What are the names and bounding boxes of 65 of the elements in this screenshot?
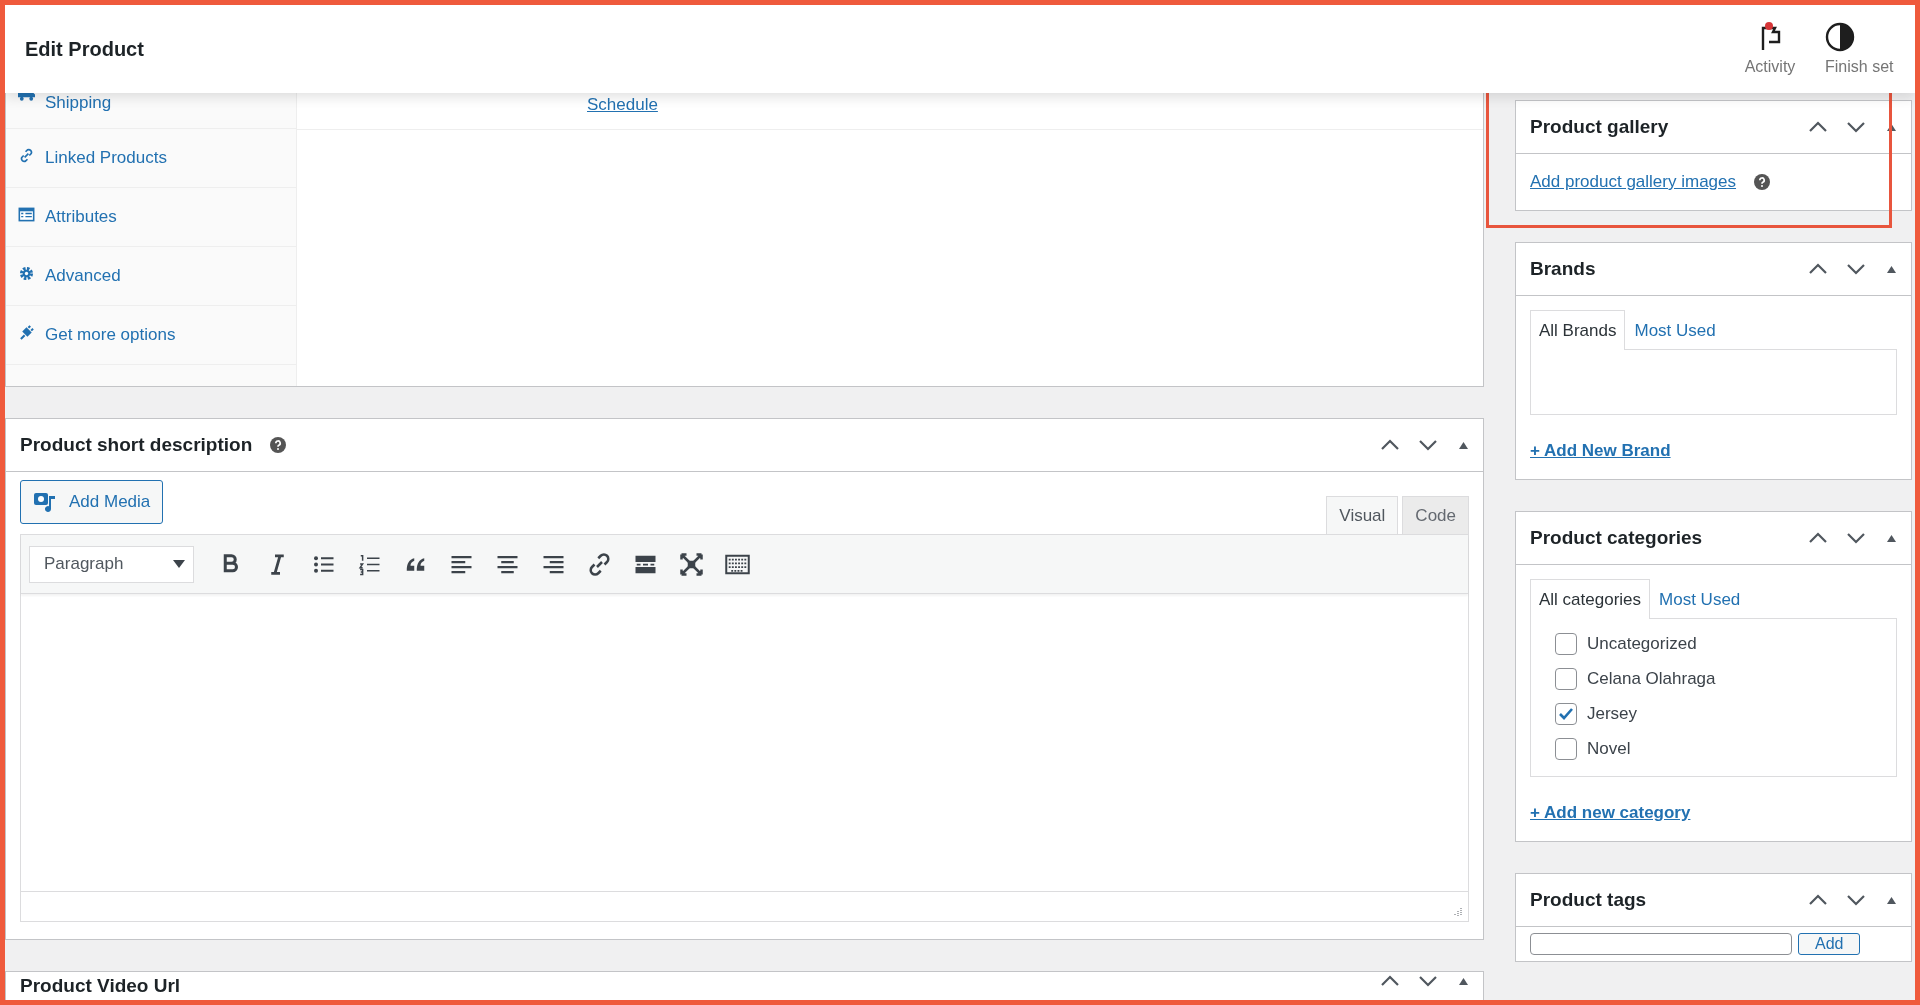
move-down-icon[interactable] xyxy=(1846,263,1866,275)
product-data-tab[interactable]: Linked Products xyxy=(6,129,296,188)
box-title: Product gallery xyxy=(1530,116,1669,138)
checkbox-label: Novel xyxy=(1587,739,1631,759)
move-up-icon[interactable] xyxy=(1380,439,1400,451)
checkbox[interactable] xyxy=(1555,738,1577,760)
gear-icon xyxy=(18,265,35,281)
tag-input-field[interactable] xyxy=(1530,933,1792,955)
header-action[interactable]: Finish set xyxy=(1825,22,1915,76)
plug-icon xyxy=(18,324,35,340)
collapse-icon[interactable] xyxy=(1886,895,1897,905)
box-title: Product short description xyxy=(20,434,253,456)
move-up-icon[interactable] xyxy=(1808,121,1828,133)
product-data-tab[interactable]: Attributes xyxy=(6,188,296,247)
move-up-icon[interactable] xyxy=(1808,532,1828,544)
checkbox-label: Celana Olahraga xyxy=(1587,669,1716,689)
move-down-icon[interactable] xyxy=(1846,532,1866,544)
checkbox[interactable] xyxy=(1555,633,1577,655)
link-icon[interactable] xyxy=(587,551,612,577)
help-icon[interactable] xyxy=(1754,174,1770,190)
move-up-icon[interactable] xyxy=(1808,263,1828,275)
fullscreen-icon[interactable] xyxy=(679,551,704,577)
add-term-link[interactable]: + Add New Brand xyxy=(1530,441,1671,461)
add-tag-button[interactable]: Add xyxy=(1798,933,1861,955)
checkbox[interactable] xyxy=(1555,668,1577,690)
box-title: Product tags xyxy=(1530,889,1647,911)
collapse-icon[interactable] xyxy=(1886,533,1897,543)
move-down-icon[interactable] xyxy=(1418,439,1438,451)
editor-tab[interactable]: Visual xyxy=(1326,496,1399,534)
schedule-link[interactable]: Schedule xyxy=(587,95,658,115)
add-media-button[interactable]: Add Media xyxy=(20,480,164,524)
page-title: Edit Product xyxy=(25,37,145,61)
product-data-tab[interactable]: Shipping xyxy=(6,89,296,129)
editor-tab[interactable]: Code xyxy=(1402,496,1469,534)
header-action[interactable]: Activity xyxy=(1715,22,1825,76)
checkbox-label: Uncategorized xyxy=(1587,634,1697,654)
move-up-icon[interactable] xyxy=(1808,894,1828,906)
checkbox-label: Jersey xyxy=(1587,704,1638,724)
tab[interactable]: All categories xyxy=(1530,579,1651,619)
product-data-tab[interactable]: Advanced xyxy=(6,247,296,306)
box-title: Brands xyxy=(1530,258,1596,280)
checkmark-icon xyxy=(1558,707,1574,721)
collapse-icon[interactable] xyxy=(1458,440,1469,450)
move-down-icon[interactable] xyxy=(1418,975,1438,987)
add-term-link[interactable]: + Add new category xyxy=(1530,803,1691,823)
tab[interactable]: Most Used xyxy=(1625,310,1725,350)
format-dropdown[interactable]: Paragraph xyxy=(29,545,194,583)
caret-icon xyxy=(173,560,185,568)
help-icon[interactable] xyxy=(270,437,287,453)
resize-grip-icon[interactable] xyxy=(1452,907,1462,917)
list-card-icon xyxy=(18,206,35,222)
move-up-icon[interactable] xyxy=(1380,975,1400,987)
tab[interactable]: Most Used xyxy=(1650,579,1750,619)
tab[interactable]: All Brands xyxy=(1530,310,1626,350)
link-icon xyxy=(18,147,35,163)
move-down-icon[interactable] xyxy=(1846,121,1866,133)
half-circle-icon xyxy=(1825,22,1855,52)
collapse-icon[interactable] xyxy=(1886,264,1897,274)
move-down-icon[interactable] xyxy=(1846,894,1866,906)
box-title: Product categories xyxy=(1530,527,1703,549)
box-title: Product Video Url xyxy=(20,975,181,997)
product-data-tab[interactable]: Get more options xyxy=(6,306,296,365)
collapse-icon[interactable] xyxy=(1458,976,1469,986)
add-gallery-images-link[interactable]: Add product gallery images xyxy=(1530,172,1736,192)
checkbox[interactable] xyxy=(1555,703,1577,725)
